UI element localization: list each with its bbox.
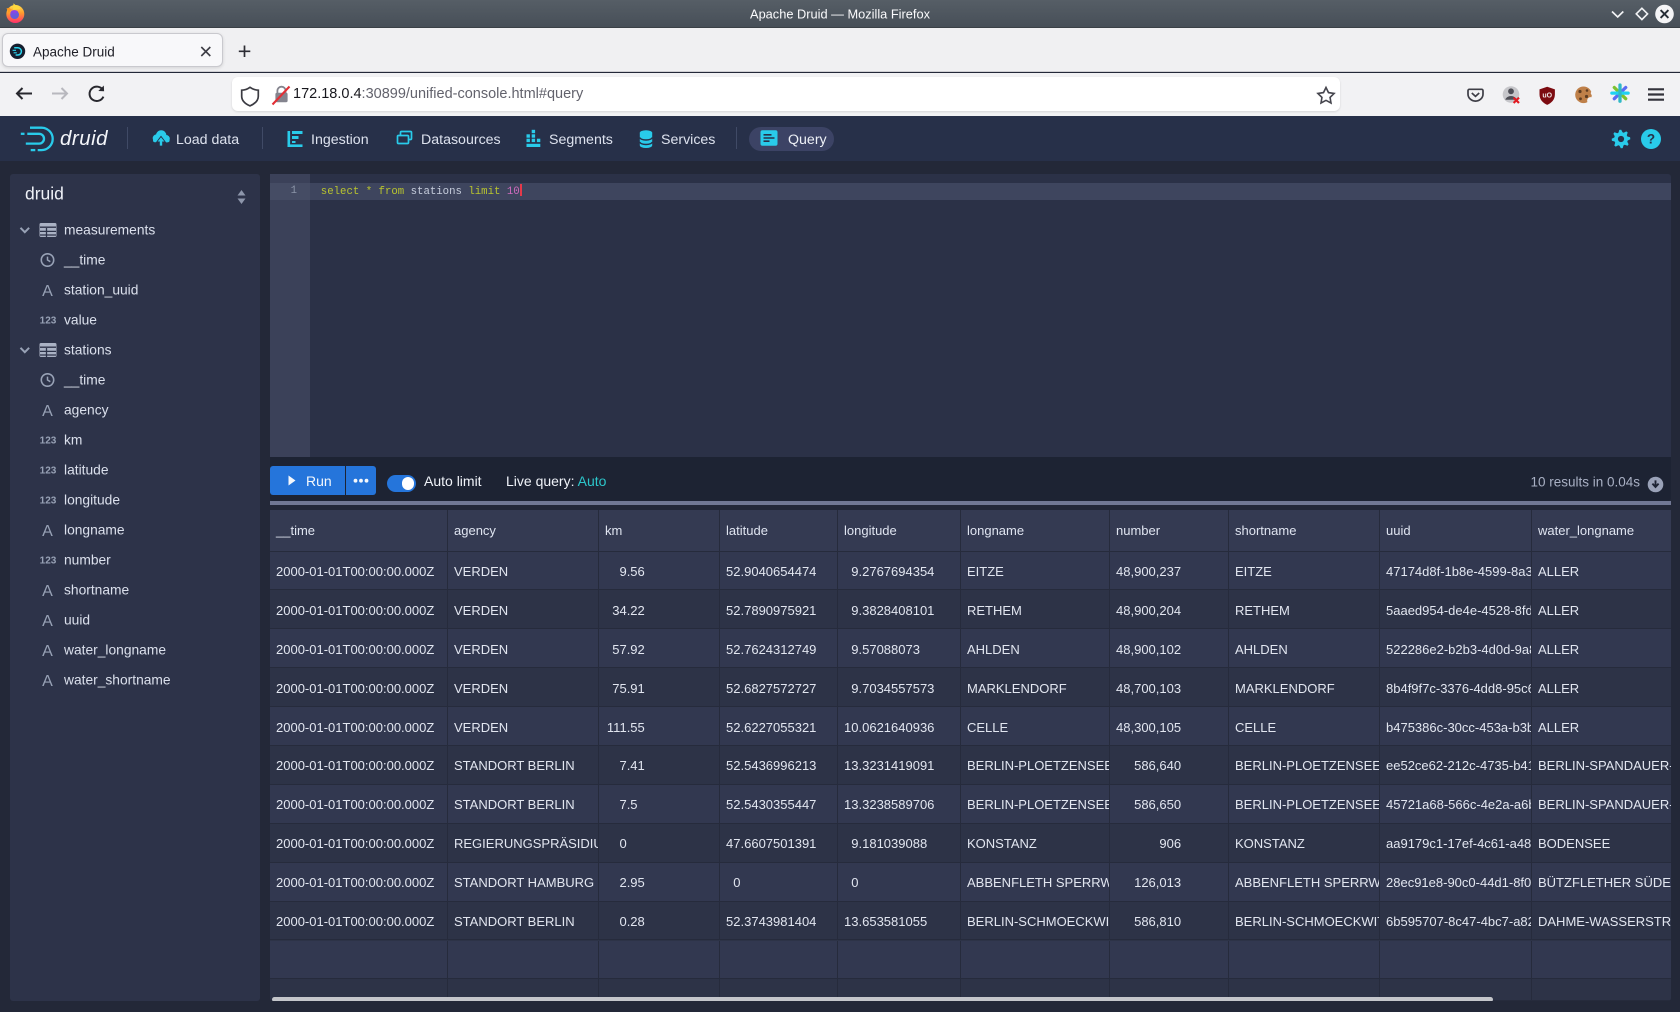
svg-text:123: 123 <box>40 436 57 447</box>
svg-text:A: A <box>42 283 53 300</box>
svg-text:?: ? <box>1647 132 1655 147</box>
svg-text:123: 123 <box>40 316 57 327</box>
svg-text:A: A <box>42 583 53 600</box>
svg-text:A: A <box>42 403 53 420</box>
svg-text:A: A <box>42 673 53 690</box>
svg-text:uO: uO <box>1542 92 1552 99</box>
svg-text:A: A <box>42 613 53 630</box>
svg-text:123: 123 <box>40 466 57 477</box>
svg-text:A: A <box>42 523 53 540</box>
svg-text:123: 123 <box>40 496 57 507</box>
svg-text:123: 123 <box>40 556 57 567</box>
svg-text:A: A <box>42 643 53 660</box>
